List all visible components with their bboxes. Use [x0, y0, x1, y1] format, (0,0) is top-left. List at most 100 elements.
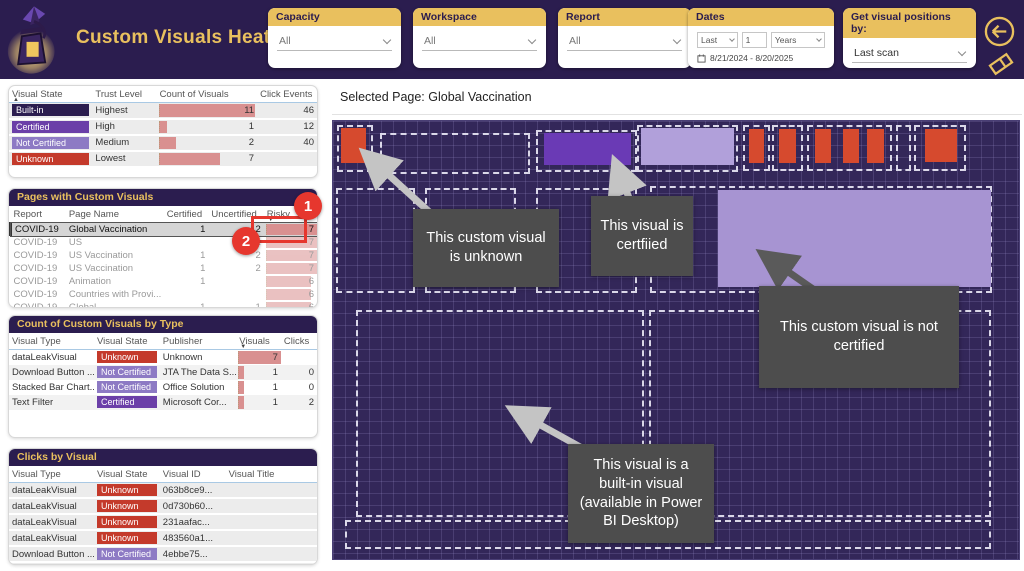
table-row[interactable]: dataLeakVisualUnknownUnknown7: [9, 350, 317, 365]
filter-positions-label: Get visual positions by:: [843, 8, 976, 38]
card-title: Clicks by Visual: [9, 449, 317, 466]
chevron-down-icon: [383, 35, 391, 43]
table-header-row[interactable]: Visual State▲Trust LevelCount of Visuals…: [9, 86, 317, 103]
cell: Office Solution: [160, 380, 236, 395]
state-badge: Not Certified: [9, 135, 92, 151]
table-row[interactable]: Built-inHighest1146: [9, 103, 317, 119]
column-header[interactable]: Visual Type: [9, 466, 94, 483]
table-row[interactable]: Download Button ...Not CertifiedJTA The …: [9, 365, 317, 380]
table-row[interactable]: COVID-19Global116: [11, 301, 318, 308]
cell: 12: [257, 119, 317, 135]
cell: 063b8ce9...: [160, 483, 226, 499]
table-row[interactable]: Download Button ...Not Certified4ebbe75.…: [9, 546, 317, 562]
table-header-row[interactable]: Visual TypeVisual StatePublisherVisuals▼…: [9, 333, 317, 350]
value-bar: 11: [157, 103, 258, 119]
cell: dataLeakVisual: [9, 483, 94, 499]
cell: 483560a1...: [160, 530, 226, 546]
cell: dataLeakVisual: [9, 530, 94, 546]
value-bar: 2: [157, 135, 258, 151]
cell: 0: [281, 365, 317, 380]
workspace-dropdown[interactable]: All: [422, 33, 537, 51]
column-header[interactable]: Visual ID: [160, 466, 226, 483]
column-header[interactable]: Certified: [164, 206, 209, 223]
card-title: Pages with Custom Visuals: [9, 189, 317, 206]
value-bar: 7: [236, 350, 281, 365]
table-row[interactable]: CertifiedHigh112: [9, 119, 317, 135]
positions-value: Last scan: [854, 47, 899, 59]
cell: [164, 236, 209, 249]
cell: [208, 275, 263, 288]
back-button[interactable]: [983, 15, 1016, 48]
cell: Download Button ...: [9, 546, 94, 562]
table-row[interactable]: Text FilterCertifiedMicrosoft Cor...12: [9, 395, 317, 410]
cell: Stacked Bar Chart...: [9, 562, 94, 565]
cell: 231aafac...: [160, 514, 226, 530]
table-row[interactable]: dataLeakVisualUnknown483560a1...: [9, 530, 317, 546]
column-header[interactable]: Publisher: [160, 333, 236, 350]
table-header-row[interactable]: Visual TypeVisual StateVisual IDVisual T…: [9, 466, 317, 483]
cell: Medium: [92, 135, 156, 151]
table-row[interactable]: COVID-19US Vaccination127: [11, 262, 318, 275]
cell: Countries with Provi...: [66, 288, 164, 301]
column-header[interactable]: Visual State▲: [9, 86, 92, 103]
positions-dropdown[interactable]: Last scan: [852, 45, 967, 63]
table-row[interactable]: dataLeakVisualUnknown0d730b60...: [9, 498, 317, 514]
column-header[interactable]: Visual Type: [9, 333, 94, 350]
column-header[interactable]: Visual Title: [226, 466, 317, 483]
lantern-logo-icon: [6, 4, 62, 76]
annotation-step-1: 1: [294, 192, 322, 220]
column-header[interactable]: Click Events: [257, 86, 317, 103]
column-header[interactable]: Count of Visuals: [157, 86, 258, 103]
workspace-value: All: [424, 35, 436, 47]
table-row[interactable]: dataLeakVisualUnknown231aafac...: [9, 514, 317, 530]
column-header[interactable]: Trust Level: [92, 86, 156, 103]
cell: [226, 530, 317, 546]
report-dropdown[interactable]: All: [567, 33, 682, 51]
table-row[interactable]: UnknownLowest7: [9, 151, 317, 167]
chevron-down-icon: [673, 35, 681, 43]
value-bar: 1: [236, 365, 281, 380]
dates-unit-dropdown[interactable]: Years: [771, 32, 825, 48]
column-header[interactable]: Report: [11, 206, 66, 223]
heatmap-canvas: This custom visual is unknown This visua…: [332, 120, 1020, 560]
cell: 1: [208, 301, 263, 308]
table-row[interactable]: COVID-19Animation16: [11, 275, 318, 288]
dates-op-dropdown[interactable]: Last: [697, 32, 738, 48]
column-header[interactable]: Page Name: [66, 206, 164, 223]
cell: Animation: [66, 275, 164, 288]
cell: [226, 514, 317, 530]
cell: 0: [281, 380, 317, 395]
table-row[interactable]: dataLeakVisualUnknown063b8ce9...: [9, 483, 317, 499]
state-badge: Not Certified: [94, 546, 160, 562]
cell: US Vaccination: [66, 249, 164, 262]
cell: [281, 350, 317, 365]
clicks-by-visual-card: Clicks by Visual Visual TypeVisual State…: [8, 448, 318, 565]
column-header[interactable]: Clicks: [281, 333, 317, 350]
cell: 2: [281, 395, 317, 410]
visual-state-summary-card: Visual State▲Trust LevelCount of Visuals…: [8, 85, 318, 178]
table-row[interactable]: COVID-19US Vaccination127: [11, 249, 318, 262]
table-row[interactable]: COVID-19Countries with Provi...6: [11, 288, 318, 301]
cell: 46: [257, 103, 317, 119]
state-badge: Not Certified: [94, 562, 160, 565]
eraser-icon[interactable]: [988, 52, 1014, 76]
cell: [208, 288, 263, 301]
cell: [226, 498, 317, 514]
table-row[interactable]: Not CertifiedMedium240: [9, 135, 317, 151]
cell: Microsoft Cor...: [160, 395, 236, 410]
state-badge: Unknown: [94, 350, 160, 365]
cell: dataLeakVisual: [9, 350, 94, 365]
column-header[interactable]: Visual State: [94, 333, 160, 350]
calendar-icon: [697, 54, 706, 63]
capacity-dropdown[interactable]: All: [277, 33, 392, 51]
value-bar: 6: [264, 301, 317, 308]
column-header[interactable]: Visual State: [94, 466, 160, 483]
column-header[interactable]: Visuals▼: [236, 333, 281, 350]
dates-number-input[interactable]: 1: [742, 32, 767, 48]
value-bar: 1: [236, 380, 281, 395]
cell: [226, 483, 317, 499]
cell: Unknown: [160, 350, 236, 365]
table-row[interactable]: Stacked Bar Chart...Not CertifiedOffice …: [9, 380, 317, 395]
cell: Text Filter: [9, 395, 94, 410]
table-row[interactable]: Stacked Bar Chart...Not Certified584a40f…: [9, 562, 317, 565]
